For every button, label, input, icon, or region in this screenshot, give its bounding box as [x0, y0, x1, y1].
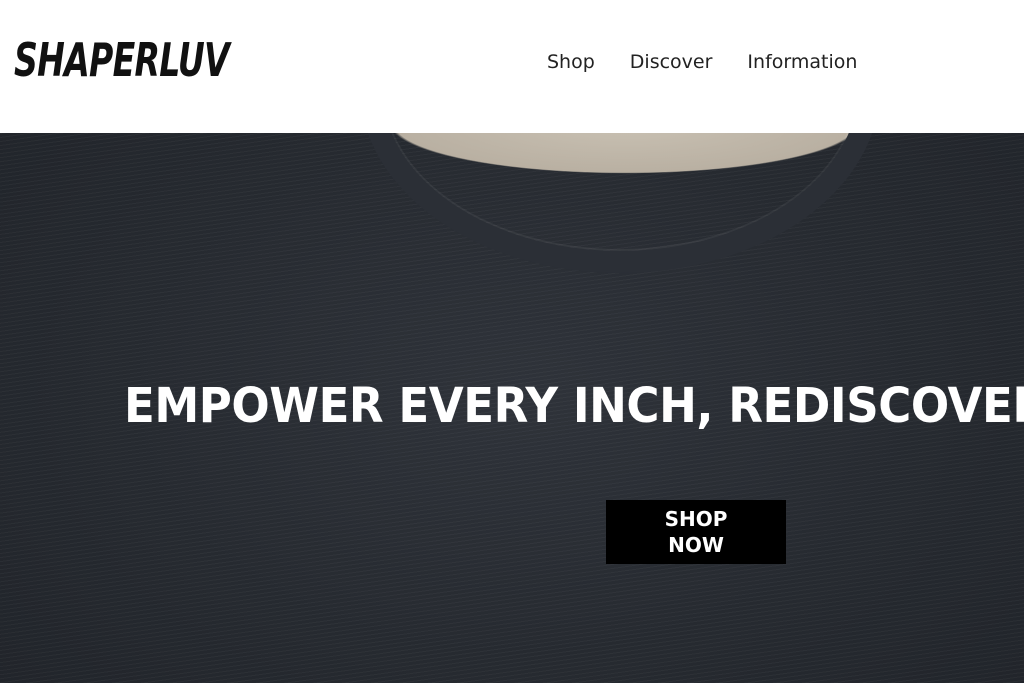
main-nav: Shop Discover Information: [547, 48, 857, 76]
shop-now-label: SHOP NOW: [664, 507, 728, 557]
brand-logo[interactable]: SHAPERLUV: [14, 33, 230, 87]
hero-background-image: [360, 133, 880, 273]
nav-item-shop[interactable]: Shop: [547, 48, 595, 76]
nav-item-discover[interactable]: Discover: [630, 48, 713, 76]
hero-headline: EMPOWER EVERY INCH, REDISCOVER Y: [124, 378, 1024, 434]
site-header: SHAPERLUV Shop Discover Information: [0, 0, 1024, 133]
shop-now-button[interactable]: SHOP NOW: [606, 500, 786, 564]
nav-item-information[interactable]: Information: [747, 48, 857, 76]
hero-banner: EMPOWER EVERY INCH, REDISCOVER Y SHOP NO…: [0, 133, 1024, 683]
